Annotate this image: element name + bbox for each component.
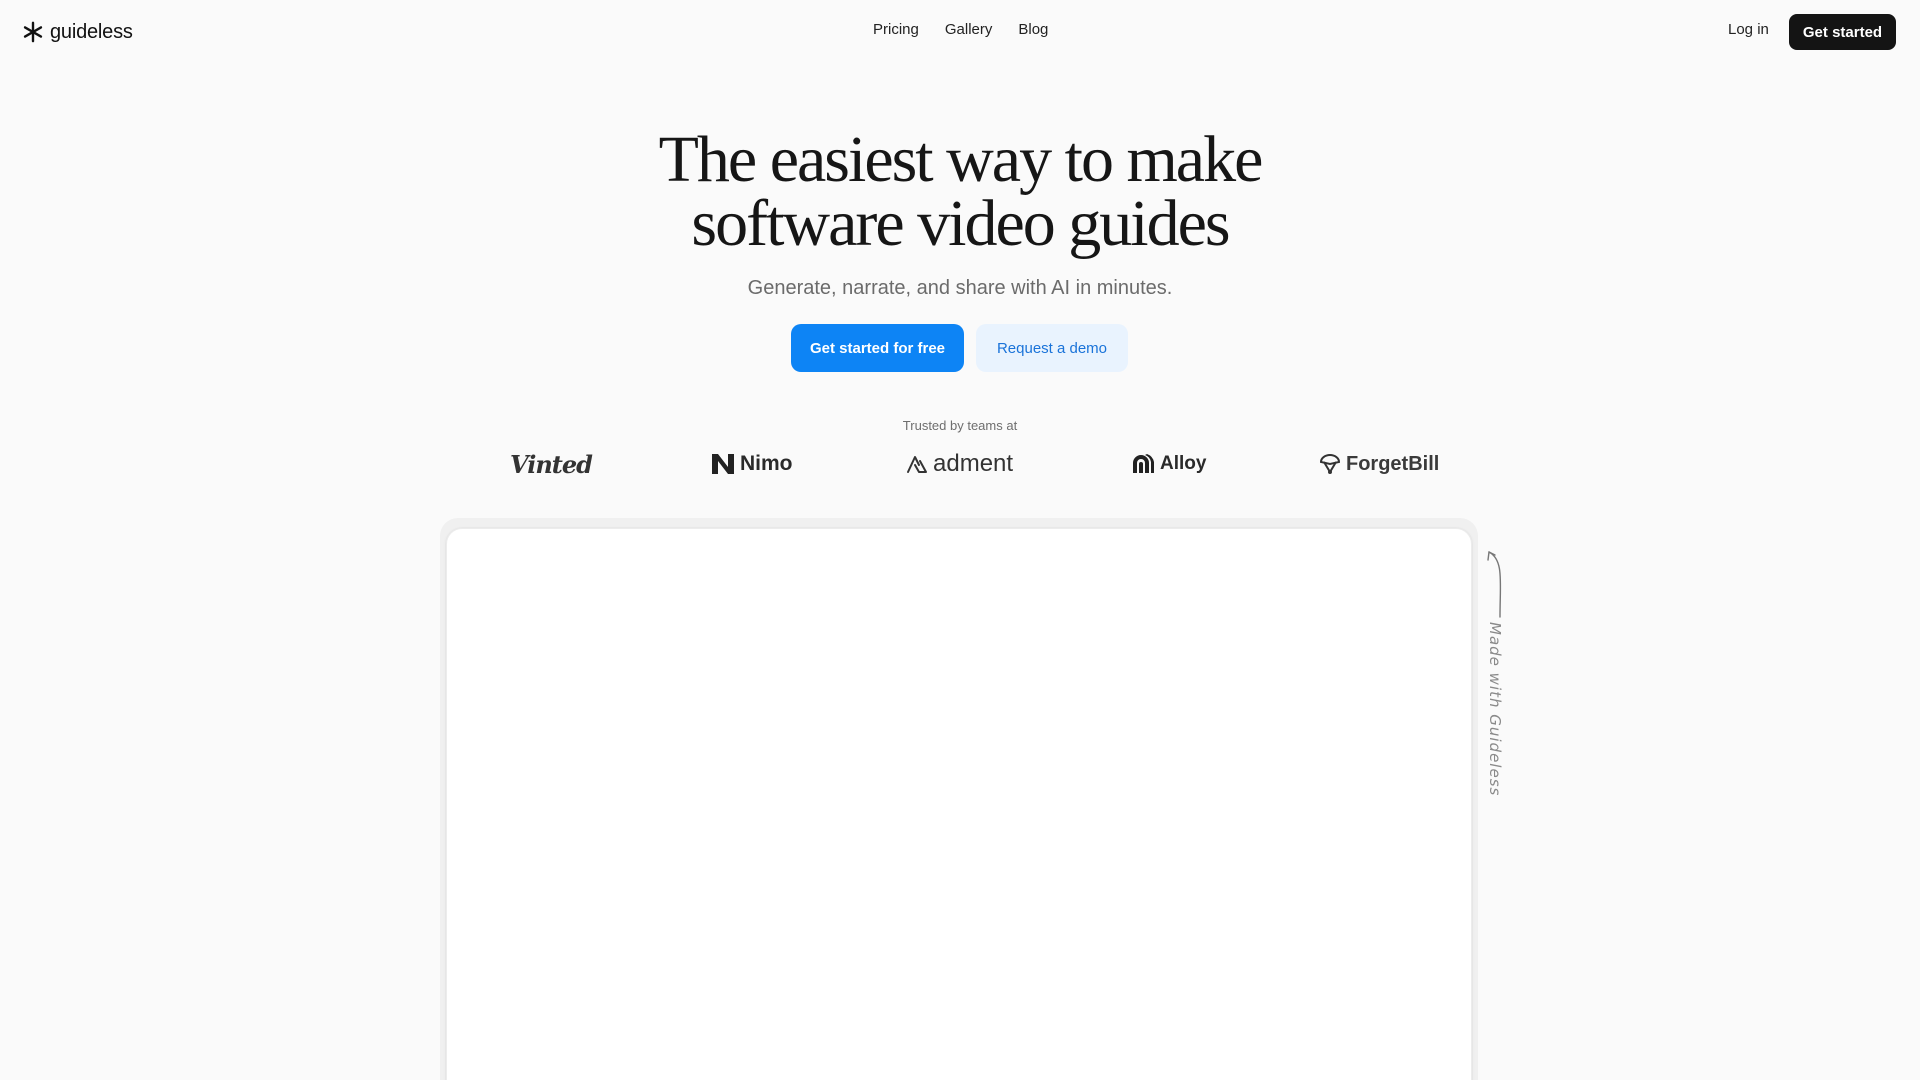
- nav-blog[interactable]: Blog: [1018, 21, 1048, 38]
- brand-adment-text: adment: [933, 450, 1014, 477]
- get-started-button[interactable]: Get started: [1789, 14, 1896, 50]
- logo-text: guideless: [50, 20, 133, 43]
- hero-title-line-2: software video guides: [691, 187, 1230, 260]
- brand-nimo: Nimo: [711, 448, 793, 480]
- brand-alloy-text: Alloy: [1160, 453, 1207, 474]
- hero-subtitle: Generate, narrate, and share with AI in …: [747, 277, 1173, 299]
- brand-alloy: Alloy: [1131, 448, 1206, 480]
- site-header: guideless Pricing Gallery Blog Log in Ge…: [0, 0, 1920, 64]
- brand-nimo-text: Nimo: [740, 452, 793, 475]
- nav-gallery[interactable]: Gallery: [945, 21, 993, 38]
- brand-forgetbill-text: ForgetBill: [1346, 452, 1440, 475]
- hero-title: The easiest way to make software video g…: [560, 123, 1360, 260]
- brand-adment: adment: [906, 448, 1013, 480]
- nav-pricing[interactable]: Pricing: [873, 21, 919, 38]
- made-with-guideless-annotation: Made with Guideless: [1486, 622, 1504, 797]
- forgetbill-logo-icon: [1319, 454, 1341, 474]
- main-nav: Pricing Gallery Blog: [873, 21, 1048, 38]
- customer-logos: Vinted Nimo adment Alloy ForgetBill: [0, 448, 1920, 480]
- trusted-label: Trusted by teams at: [902, 418, 1018, 433]
- request-demo-button[interactable]: Request a demo: [976, 324, 1128, 372]
- asterisk-logo-icon: [23, 21, 43, 43]
- brand-vinted: Vinted: [510, 448, 593, 480]
- get-started-free-button[interactable]: Get started for free: [791, 324, 964, 372]
- hero-title-line-1: The easiest way to make: [658, 123, 1264, 196]
- logo-link[interactable]: guideless: [22, 18, 133, 46]
- alloy-logo-icon: [1133, 454, 1154, 473]
- nimo-logo-icon: [712, 454, 734, 474]
- brand-vinted-text: Vinted: [510, 449, 593, 479]
- video-player-frame[interactable]: [446, 528, 1472, 1080]
- adment-logo-icon: [907, 456, 927, 473]
- login-link[interactable]: Log in: [1728, 21, 1769, 38]
- brand-forgetbill: ForgetBill: [1319, 448, 1439, 480]
